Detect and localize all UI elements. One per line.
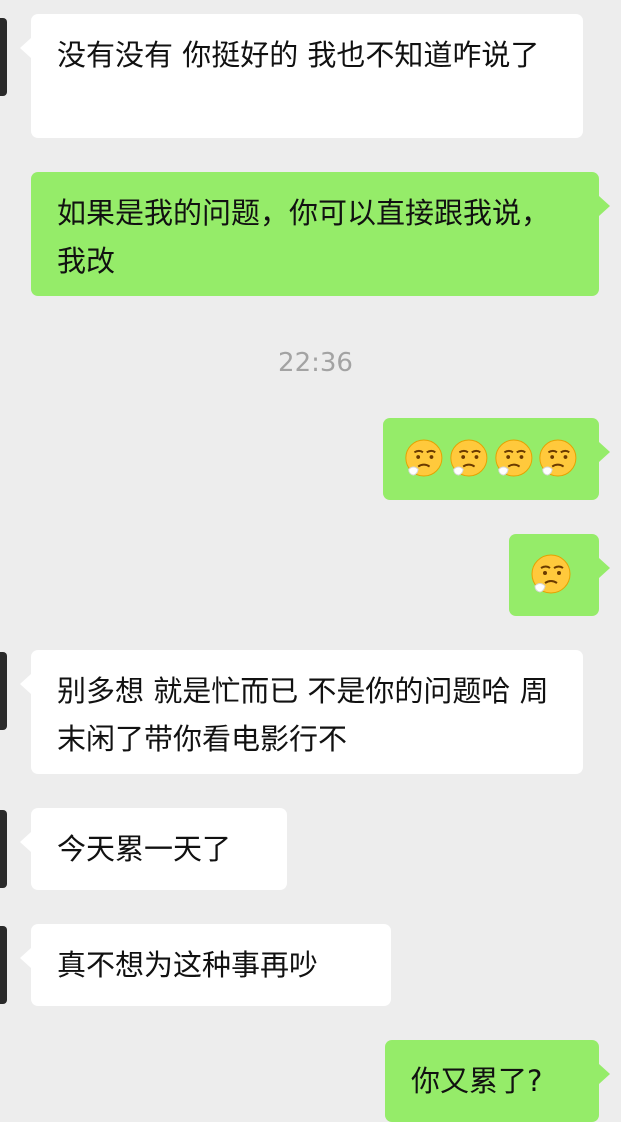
message-bubble-outgoing[interactable]	[383, 418, 610, 500]
message-bubble-incoming[interactable]: 别多想 就是忙而已 不是你的问题哈 周末闲了带你看电影行不	[20, 650, 583, 774]
avatar[interactable]	[0, 810, 7, 888]
message-bubble-outgoing[interactable]: 如果是我的问题，你可以直接跟我说，我改	[31, 172, 610, 296]
avatar[interactable]	[0, 926, 7, 1004]
message-text: 真不想为这种事再吵	[57, 948, 319, 982]
avatar[interactable]	[0, 18, 7, 96]
sad-sweat-emoji-icon	[450, 439, 488, 477]
emoji-row	[529, 550, 579, 598]
avatar[interactable]	[0, 652, 7, 730]
message-bubble-incoming[interactable]: 没有没有 你挺好的 我也不知道咋说了	[20, 14, 583, 138]
sad-sweat-emoji-icon	[405, 439, 443, 477]
message-text: 今天累一天了	[57, 832, 232, 866]
message-text: 如果是我的问题，你可以直接跟我说，我改	[57, 196, 551, 278]
message-text: 没有没有 你挺好的 我也不知道咋说了	[57, 38, 540, 72]
message-bubble-incoming[interactable]: 今天累一天了	[20, 808, 287, 890]
message-text: 你又累了?	[411, 1064, 543, 1098]
message-text: 别多想 就是忙而已 不是你的问题哈 周末闲了带你看电影行不	[57, 674, 549, 756]
message-bubble-outgoing[interactable]: 你又累了?	[385, 1040, 610, 1122]
emoji-row	[403, 434, 579, 482]
message-bubble-outgoing[interactable]	[509, 534, 610, 616]
chat-timestamp: 22:36	[278, 348, 353, 378]
sad-sweat-emoji-icon	[494, 439, 532, 477]
message-bubble-incoming[interactable]: 真不想为这种事再吵	[20, 924, 391, 1006]
sad-sweat-emoji-icon	[531, 554, 571, 594]
sad-sweat-emoji-icon	[539, 439, 577, 477]
